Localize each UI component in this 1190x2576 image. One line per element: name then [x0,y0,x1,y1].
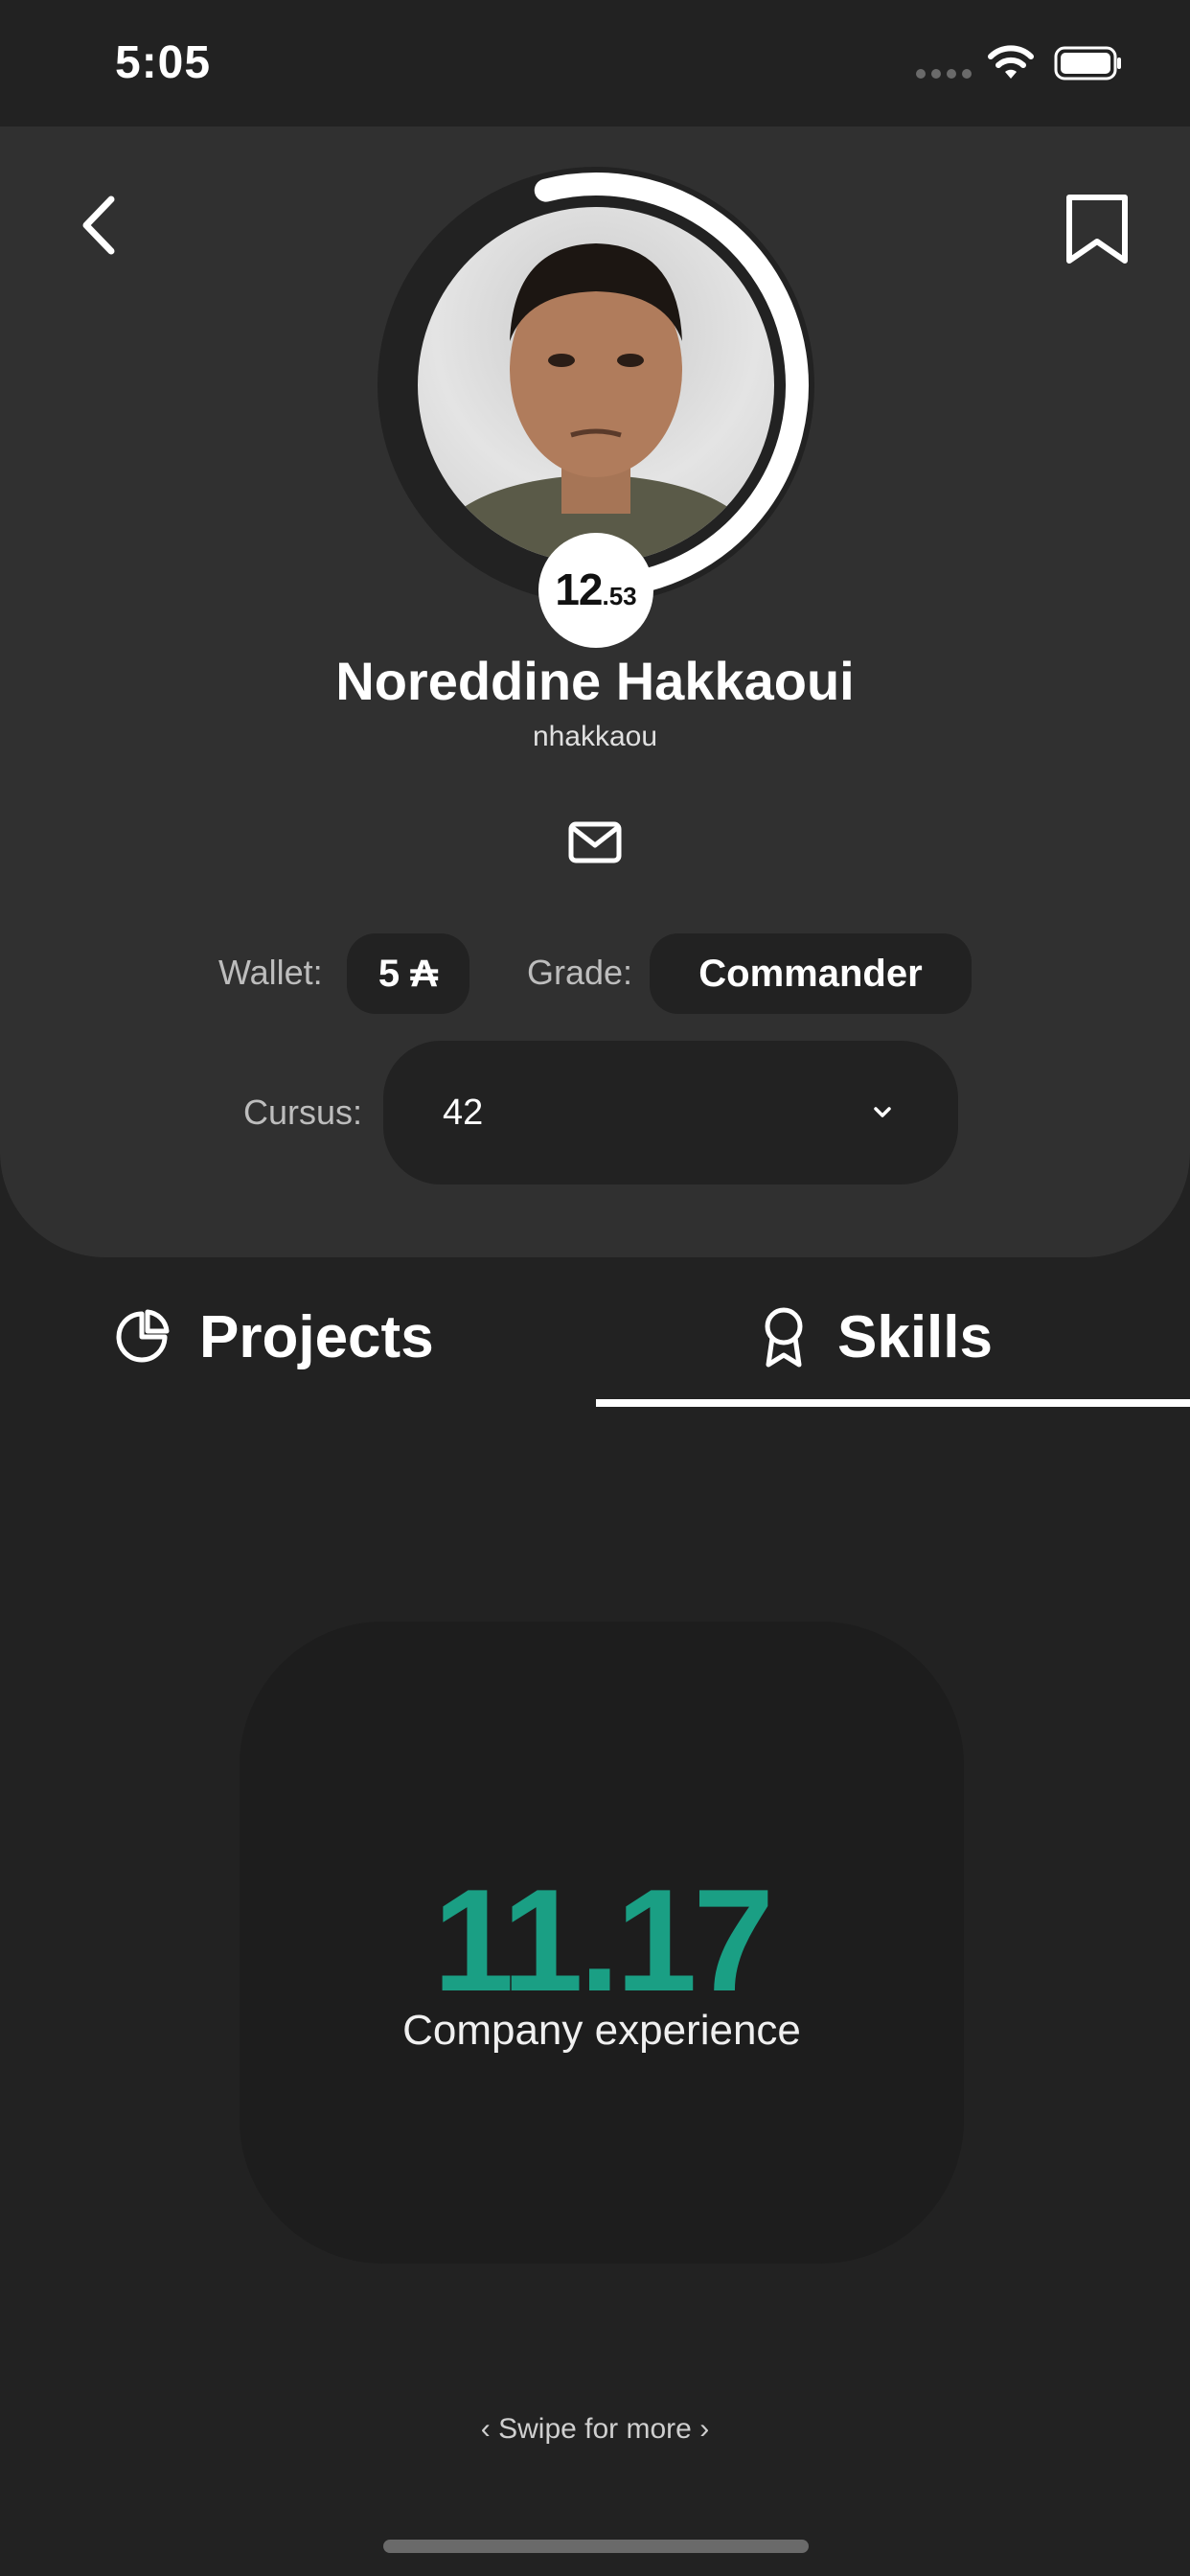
level-integer: 12 [555,564,603,614]
avatar [418,207,774,564]
cursus-dropdown[interactable]: 42 [383,1041,958,1184]
cellular-signal-icon [916,69,972,79]
mail-button[interactable] [567,820,623,864]
tab-projects-label: Projects [199,1303,434,1370]
person-silhouette-icon [433,243,759,564]
skill-name: Company experience [402,2007,801,2054]
chevron-down-icon [874,1107,891,1117]
user-full-name: Noreddine Hakkaoui [335,651,855,711]
swipe-hint: ‹ Swipe for more › [480,2413,710,2445]
back-button[interactable] [75,192,123,259]
grade-value: Commander [650,933,972,1014]
level-badge: 12.53 [538,533,653,648]
award-icon [765,1307,803,1368]
wallet-label: Wallet: [218,953,323,992]
tab-skills[interactable]: Skills [759,1284,993,1390]
tab-skills-label: Skills [837,1303,993,1370]
active-tab-indicator [596,1399,1190,1407]
tab-projects[interactable]: Projects [113,1284,434,1390]
avatar-with-level-ring: 12.53 [376,165,816,648]
pie-chart-icon [116,1309,170,1363]
bookmark-button[interactable] [1062,192,1133,268]
wifi-icon [988,45,1034,79]
grade-label: Grade: [527,953,633,992]
status-time: 5:05 [115,37,212,88]
level-decimal: .53 [602,582,637,610]
home-indicator[interactable] [383,2540,809,2553]
status-bar: 5:05 [0,0,1190,126]
battery-icon [1054,46,1121,80]
wallet-value: 5 ₳ [347,933,469,1014]
user-login: nhakkaou [532,721,658,752]
cursus-selected-value: 42 [443,1092,484,1133]
skill-level: 11.17 [433,1859,774,2022]
skill-card[interactable]: 11.17 Company experience [240,1622,964,2264]
cursus-label: Cursus: [243,1092,363,1132]
